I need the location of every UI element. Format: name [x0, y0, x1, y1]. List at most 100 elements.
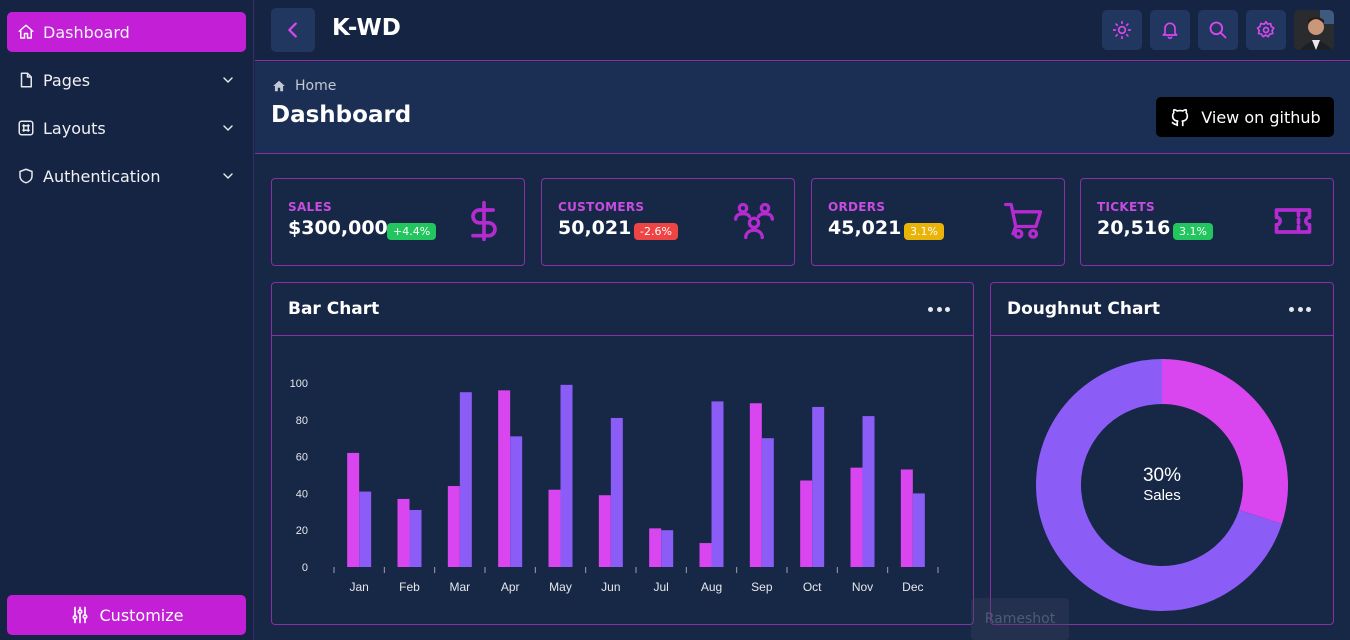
panel-header: Doughnut Chart	[991, 283, 1333, 336]
panel-header: Bar Chart	[272, 283, 973, 336]
bar[interactable]	[510, 436, 523, 567]
doughnut-slice[interactable]	[1162, 359, 1288, 524]
bar[interactable]	[610, 417, 623, 567]
stat-value: 50,021	[558, 217, 632, 239]
bar[interactable]	[761, 438, 774, 567]
avatar-image	[1294, 10, 1334, 50]
bar[interactable]	[359, 491, 372, 567]
bar-chart-panel: Bar Chart 0 20 40 60 80 100 Jan Feb Mar Apr May Jun…	[271, 282, 974, 625]
sidebar-item-label: Dashboard	[43, 22, 130, 42]
github-icon	[1171, 108, 1189, 127]
bar-chart: 0 20 40 60 80 100 Jan Feb Mar Apr May Jun Jul Aug Sep O…	[290, 378, 939, 594]
bar[interactable]	[548, 489, 561, 567]
bar[interactable]	[409, 509, 422, 567]
home-icon	[273, 80, 285, 92]
stat-label: SALES	[288, 200, 332, 214]
breadcrumb-home[interactable]: Home	[295, 78, 336, 94]
chevron-down-icon	[223, 77, 233, 84]
shield-icon	[17, 167, 35, 185]
ticket-icon	[1274, 208, 1312, 234]
y-tick-label: 80	[296, 415, 308, 427]
stat-change-badge: 3.1%	[1173, 223, 1213, 240]
sidebar-toggle-button[interactable]	[271, 8, 315, 52]
x-tick-label: Jun	[601, 580, 620, 594]
page-title: Dashboard	[271, 102, 412, 128]
chevron-down-icon	[223, 173, 233, 180]
sidebar-item-authentication[interactable]: Authentication	[7, 156, 246, 196]
doughnut-chart: 30% Sales	[1036, 359, 1288, 611]
y-tick-label: 60	[296, 452, 308, 464]
stat-card-sales: SALES $300,000 +4.4%	[271, 178, 525, 266]
stat-change-badge: 3.1%	[904, 223, 944, 240]
users-icon	[734, 202, 774, 240]
app-title: K-WD	[332, 15, 401, 41]
stat-value: 45,021	[828, 217, 902, 239]
bar[interactable]	[397, 498, 410, 567]
dollar-icon	[471, 200, 497, 242]
x-tick-label: Jan	[349, 580, 368, 594]
x-tick-label: Sep	[751, 580, 773, 594]
avatar[interactable]	[1294, 10, 1334, 50]
bar[interactable]	[850, 467, 863, 567]
home-icon	[17, 23, 35, 41]
sidebar-item-label: Authentication	[43, 166, 161, 186]
github-label: View on github	[1201, 107, 1321, 127]
more-options-icon[interactable]	[1289, 301, 1311, 317]
bar[interactable]	[912, 493, 925, 567]
bar[interactable]	[749, 403, 762, 567]
panel-title: Bar Chart	[288, 299, 380, 319]
page-icon	[17, 71, 35, 89]
layout-icon	[17, 119, 35, 137]
bar[interactable]	[812, 406, 825, 567]
theme-toggle-button[interactable]	[1102, 10, 1142, 50]
x-tick-label: Feb	[399, 580, 420, 594]
x-tick-label: Mar	[449, 580, 470, 594]
customize-button[interactable]: Customize	[7, 595, 246, 635]
bar[interactable]	[459, 392, 472, 567]
breadcrumb: Home	[272, 78, 336, 94]
stat-card-customers: CUSTOMERS 50,021 -2.6%	[541, 178, 795, 266]
x-tick-label: Jul	[653, 580, 668, 594]
x-tick-label: Aug	[701, 580, 722, 594]
bar[interactable]	[900, 469, 913, 567]
stat-label: CUSTOMERS	[558, 200, 645, 214]
bar[interactable]	[498, 390, 511, 567]
watermark: Rameshot	[971, 598, 1069, 640]
bar[interactable]	[699, 543, 712, 567]
view-on-github-button[interactable]: View on github	[1156, 97, 1334, 137]
stat-card-orders: ORDERS 45,021 3.1%	[811, 178, 1065, 266]
stat-label: ORDERS	[828, 200, 886, 214]
bar[interactable]	[661, 530, 674, 567]
chevron-down-icon	[223, 125, 233, 132]
bar[interactable]	[598, 495, 611, 567]
stat-card-tickets: TICKETS 20,516 3.1%	[1080, 178, 1334, 266]
settings-button[interactable]	[1246, 10, 1286, 50]
topbar: K-WD	[255, 0, 1350, 61]
doughnut-chart-panel: Doughnut Chart 30% Sales	[990, 282, 1334, 625]
sidebar-item-layouts[interactable]: Layouts	[7, 108, 246, 148]
more-options-icon[interactable]	[928, 301, 950, 317]
donut-center-value: 30%	[1143, 465, 1181, 486]
x-tick-label: Apr	[501, 580, 520, 594]
bar[interactable]	[800, 480, 813, 567]
sidebar-item-dashboard[interactable]: Dashboard	[7, 12, 246, 52]
stat-change-badge: +4.4%	[387, 223, 437, 240]
search-button[interactable]	[1198, 10, 1238, 50]
bar[interactable]	[649, 528, 662, 567]
bar[interactable]	[711, 401, 724, 567]
panel-title: Doughnut Chart	[1007, 299, 1160, 319]
sliders-icon	[72, 606, 87, 624]
bar[interactable]	[560, 384, 573, 567]
bar[interactable]	[862, 416, 875, 567]
cart-icon	[1004, 202, 1043, 239]
sidebar-item-label: Layouts	[43, 118, 106, 138]
bar[interactable]	[347, 452, 360, 567]
sidebar-item-pages[interactable]: Pages	[7, 60, 246, 100]
donut-center-label: Sales	[1143, 487, 1181, 504]
y-tick-label: 40	[296, 488, 308, 500]
notifications-button[interactable]	[1150, 10, 1190, 50]
customize-label: Customize	[99, 605, 184, 625]
sun-icon	[1112, 20, 1132, 40]
bar[interactable]	[447, 486, 460, 567]
sidebar: Dashboard Pages Layouts Authentication C…	[0, 0, 254, 640]
